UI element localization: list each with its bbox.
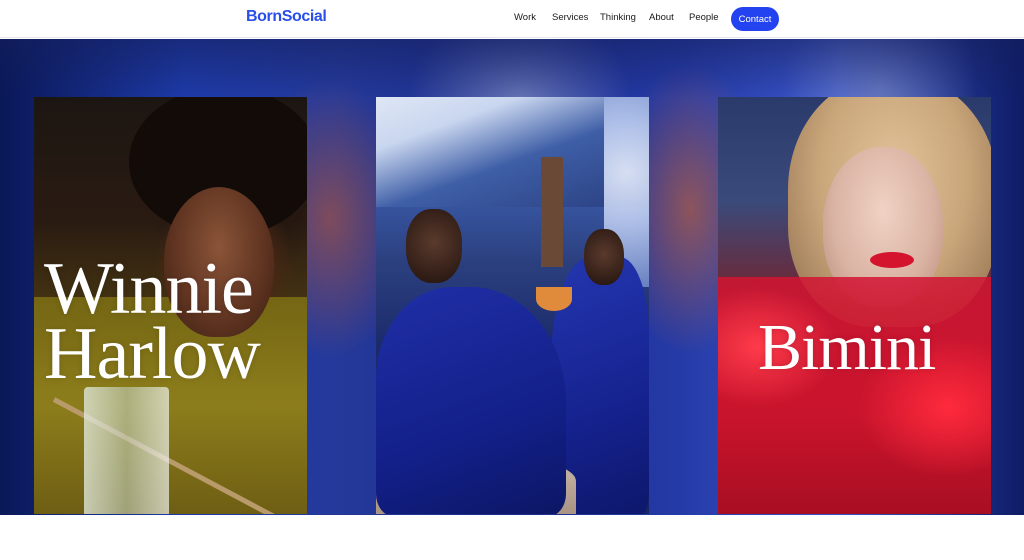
- nav-work[interactable]: Work: [514, 12, 536, 23]
- nav-people[interactable]: People: [689, 12, 719, 23]
- case-study-card-winnie-harlow[interactable]: Winnie Harlow: [34, 97, 307, 514]
- case-study-card-bimini[interactable]: Bimini: [718, 97, 991, 514]
- site-header: BornSocial Work Services Thinking About …: [0, 0, 1024, 38]
- left-person-head-shape: [406, 209, 462, 283]
- red-lips-shape: [870, 252, 914, 268]
- hero-carousel: Winnie Harlow Bimini: [0, 39, 1024, 515]
- hero-blur-backdrop: [0, 39, 1024, 97]
- cocktail-glass-shape: [84, 387, 169, 514]
- card-title-line-2: Harlow: [44, 313, 261, 396]
- contact-button[interactable]: Contact: [731, 7, 779, 31]
- cocktail-drink-shape: [536, 287, 572, 311]
- nav-thinking[interactable]: Thinking: [600, 12, 636, 23]
- below-hero-space: [0, 515, 1024, 560]
- nav-services[interactable]: Services: [552, 12, 588, 23]
- left-person-robe-shape: [376, 287, 566, 514]
- card-title-line-1: Bimini: [758, 311, 936, 384]
- main-nav: Work Services Thinking About People Cont…: [0, 6, 1024, 32]
- pillar-shape: [541, 157, 563, 267]
- right-person-head-shape: [584, 229, 624, 285]
- nav-about[interactable]: About: [649, 12, 674, 23]
- card-title-bimini: Bimini: [758, 311, 936, 384]
- case-study-card-blue-robes[interactable]: [376, 97, 649, 514]
- card-title-winnie-harlow: Winnie Harlow: [44, 252, 261, 396]
